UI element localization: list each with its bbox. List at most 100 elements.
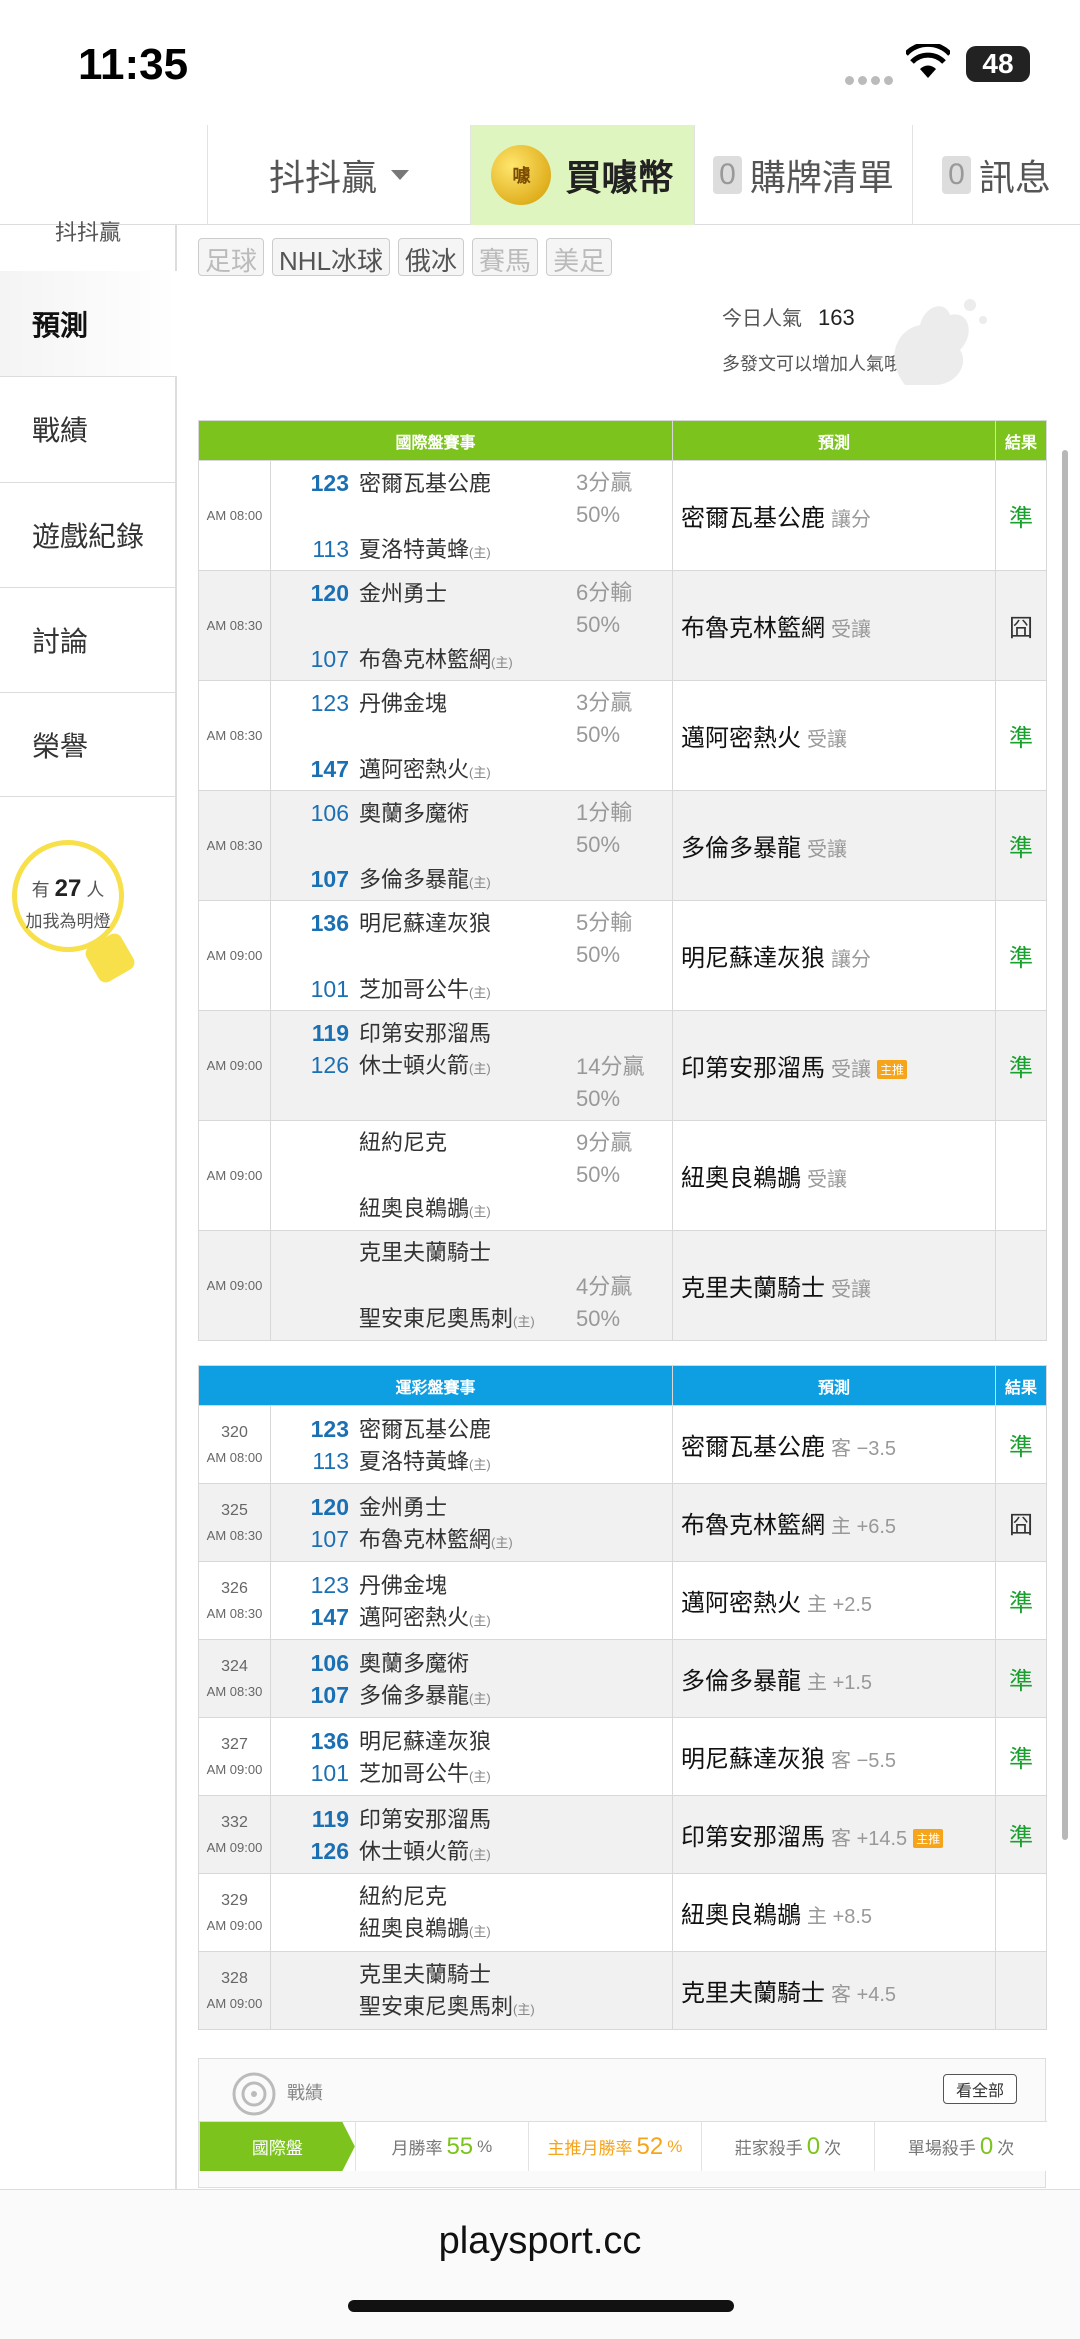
target-icon [232,2072,276,2116]
team-number: 123 [310,470,349,496]
lottery-row: 320 AM 08:00 123 密爾瓦基公鹿 113 夏洛特黃蜂(主) 密爾瓦基公鹿客 −… [198,1405,1048,1484]
main-month-pct: % [667,2136,683,2156]
top-nav: 抖抖贏 噱買噱幣 0 購牌清單 0 訊息 [0,125,1080,225]
sidebar-partial-title: 抖抖贏 [55,220,122,245]
sidebar-item-record[interactable]: 戰績 [0,376,177,481]
team-line: 紐奧良鵜鶘(主) [271,1193,491,1225]
match-code-time: 325 AM 08:30 [198,1483,271,1562]
result: 準 [995,1561,1048,1640]
prediction-type: 讓分 [831,509,872,531]
home-indicator[interactable] [348,2300,734,2312]
app-dropdown[interactable]: 抖抖贏 [207,125,470,225]
team-line: 136 明尼蘇達灰狼 [271,1725,672,1757]
match-time: AM 08:00 [206,1450,263,1465]
team-name: 夏洛特黃蜂 [359,537,470,562]
result: 準 [995,790,1048,901]
intl-row: AM 08:00 123 密爾瓦基公鹿 113 夏洛特黃蜂(主) 3分贏 50% 密爾瓦基公鹿… [198,460,1048,571]
sidebar-item-game-log[interactable]: 遊戲紀錄 [0,482,177,587]
match-code-time: 327 AM 09:00 [198,1717,271,1796]
sidebar: 抖抖贏 預測 戰績 遊戲紀錄 討論 榮譽 有 27 人 加我為明燈 [0,220,177,2190]
match-teams: 123 丹佛金塊 147 邁阿密熱火(主) 3分贏 50% [269,680,674,791]
filter-khl[interactable]: 俄冰 [398,238,465,276]
spread-info: 1分輸 50% [576,797,632,861]
team-number: 123 [310,1415,349,1442]
prediction: 邁阿密熱火主 +2.5 [672,1561,997,1640]
battery-icon: 48 [966,46,1030,82]
team-number: 147 [310,756,349,782]
filter-horse[interactable]: 賽馬 [472,238,539,276]
team-lines: 119 印第安那溜馬 126 休士頓火箭(主) [271,1017,491,1081]
result: 準 [995,900,1048,1011]
sidebar-item-predict[interactable]: 預測 [0,271,177,376]
buy-coins-button[interactable]: 噱買噱幣 [470,125,694,225]
prediction-team: 克里夫蘭騎士 [681,1275,826,1302]
prediction-type: 受讓 [831,619,872,641]
match-time: AM 09:00 [206,1918,263,1933]
spread-score: 9分贏 [576,1130,633,1155]
status-bar: 11:35 48 [0,0,1080,125]
team-line: 120 金州勇士 [271,577,513,609]
prediction: 布魯克林籃網主 +6.5 [672,1483,997,1562]
filter-nhl[interactable]: NHL冰球 [272,238,391,276]
team-name: 芝加哥公牛 [359,977,470,1002]
result [995,1873,1048,1952]
team-lines: 120 金州勇士 107 布魯克林籃網(主) [271,577,513,675]
team-lines: 136 明尼蘇達灰狼 101 芝加哥公牛(主) [271,907,491,1005]
filter-nfl[interactable]: 美足 [546,238,613,276]
signal-icon [845,72,899,85]
team-line: 113 夏洛特黃蜂(主) [271,533,491,565]
match-time: AM 08:00 [198,460,271,571]
spread-score: 6分輸 [576,580,633,605]
home-marker: (主) [469,1612,491,1628]
cart-count: 0 [713,156,742,194]
spread-pct: 50% [576,502,621,527]
home-marker: (主) [469,765,491,780]
home-marker: (主) [469,545,491,560]
follower-count: 27 [54,875,82,902]
prediction-team: 多倫多暴龍 [681,835,802,862]
cart-button[interactable]: 0 購牌清單 [694,125,912,225]
team-name: 邁阿密熱火 [359,1604,470,1630]
match-time: AM 09:00 [198,1120,271,1231]
home-marker: (主) [469,1690,491,1706]
coin-icon: 噱 [491,145,552,205]
filter-soccer[interactable]: 足球 [198,238,265,276]
mascot-icon [894,299,987,385]
scrollbar[interactable] [1062,450,1068,1840]
team-line: 紐奧良鵜鶘(主) [271,1913,672,1945]
spread-pct: 50% [576,1162,621,1187]
team-line: 聖安東尼奧馬刺(主) [271,1303,535,1335]
prediction: 紐奧良鵜鶘主 +8.5 [672,1873,997,1952]
month-win-pct: % [477,2136,493,2156]
popularity: 今日人氣 163 [722,302,855,331]
sport-filters: 足球 NHL冰球 俄冰 賽馬 美足 [198,238,613,276]
team-line: 紐約尼克 [271,1127,491,1159]
result: 準 [995,1717,1048,1796]
sidebar-item-honor[interactable]: 榮譽 [0,692,177,797]
view-all-button[interactable]: 看全部 [942,2074,1017,2104]
prediction-line: 主 +8.5 [807,1906,873,1928]
team-name: 奧蘭多魔術 [359,1650,470,1676]
banker-label: 莊家殺手 [734,2139,803,2158]
team-lines: 123 密爾瓦基公鹿 113 夏洛特黃蜂(主) [271,467,491,565]
sidebar-item-discussion[interactable]: 討論 [0,587,177,692]
team-line: 119 印第安那溜馬 [271,1017,491,1049]
record-stats: 國際盤 月勝率 55% 主推月勝率 52% 莊家殺手 0 次 單場殺手 0 次 [199,2121,1047,2171]
team-name: 聖安東尼奧馬刺 [359,1306,514,1331]
team-line: 136 明尼蘇達灰狼 [271,907,491,939]
home-marker: (主) [491,1534,513,1550]
spread-score: 1分輸 [576,800,633,825]
team-number: 106 [310,800,349,826]
bulb-post: 人 [86,880,105,900]
prediction: 印第安那溜馬客 +14.5 主推 [672,1795,997,1874]
lottery-row: 327 AM 09:00 136 明尼蘇達灰狼 101 芝加哥公牛(主) 明尼蘇達灰狼客 −… [198,1717,1048,1796]
messages-button[interactable]: 0 訊息 [912,125,1080,225]
team-name: 克里夫蘭騎士 [359,1961,492,1987]
url-bar[interactable]: playsport.cc [0,2189,1080,2339]
team-line: 119 印第安那溜馬 [271,1803,672,1835]
match-code-time: 329 AM 09:00 [198,1873,271,1952]
team-name: 休士頓火箭 [359,1053,470,1078]
match-code: 328 [221,1970,248,1987]
follow-bulb[interactable]: 有 27 人 加我為明燈 [12,840,138,990]
match-teams: 119 印第安那溜馬 126 休士頓火箭(主) [269,1795,674,1874]
